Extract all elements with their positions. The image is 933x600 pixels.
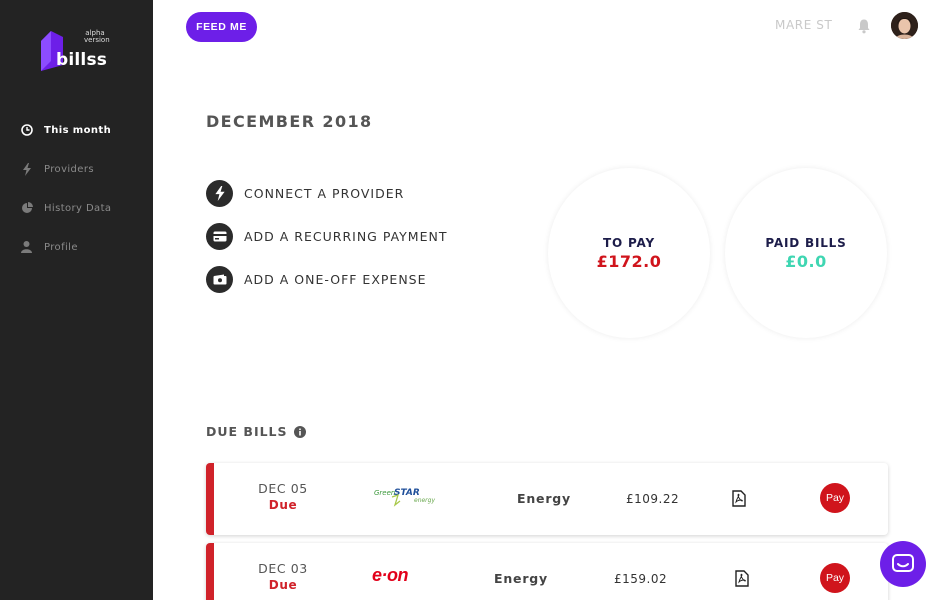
sidebar-item-profile[interactable]: Profile <box>0 235 153 259</box>
clock-icon <box>20 124 33 137</box>
avatar-photo-icon <box>891 12 918 39</box>
feed-me-button[interactable]: FEED ME <box>186 12 257 42</box>
info-icon[interactable] <box>293 425 306 438</box>
to-pay-summary: TO PAY £172.0 <box>548 168 710 338</box>
page-title: DECEMBER 2018 <box>206 112 373 131</box>
provider-logo-eon: e·on <box>372 565 452 597</box>
username-link[interactable]: MARE ST <box>775 18 832 32</box>
pdf-document-icon[interactable] <box>732 490 746 507</box>
svg-text:energy: energy <box>414 497 435 504</box>
bill-row[interactable]: DEC 03 Due e·on Energy £159.02 Pay <box>206 543 888 600</box>
alpha-version-tag: alpha version <box>84 29 110 44</box>
add-recurring-payment-action[interactable]: ADD A RECURRING PAYMENT <box>206 223 447 250</box>
card-icon <box>206 223 233 250</box>
paid-bills-value: £0.0 <box>785 251 827 271</box>
sidebar-item-label: Profile <box>44 241 78 253</box>
connect-provider-action[interactable]: CONNECT A PROVIDER <box>206 180 404 207</box>
paid-bills-summary: PAID BILLS £0.0 <box>725 168 887 338</box>
svg-text:Green: Green <box>374 489 395 497</box>
pdf-document-icon[interactable] <box>735 570 749 587</box>
bill-amount: £109.22 <box>626 492 680 506</box>
sidebar-item-label: Providers <box>44 163 94 175</box>
greenstar-logo-icon: Green STAR energy <box>374 488 435 507</box>
sidebar-item-providers[interactable]: Providers <box>0 157 153 181</box>
paid-bills-title: PAID BILLS <box>765 235 847 250</box>
sidebar-item-label: This month <box>44 124 112 136</box>
to-pay-title: TO PAY <box>603 235 655 250</box>
action-label: ADD A ONE-OFF EXPENSE <box>244 272 427 287</box>
bill-category: Energy <box>494 571 548 586</box>
bill-status: Due <box>268 578 298 592</box>
pay-button[interactable]: Pay <box>820 483 850 513</box>
sidebar-item-history-data[interactable]: History Data <box>0 196 153 220</box>
bill-date: DEC 05 Due <box>248 481 318 512</box>
provider-logo-greenstar: Green STAR energy <box>374 483 454 515</box>
action-label: CONNECT A PROVIDER <box>244 186 405 201</box>
bill-status: Due <box>268 498 298 512</box>
sidebar-item-this-month[interactable]: This month <box>0 118 153 142</box>
logo-text: billss <box>56 50 108 70</box>
eon-logo-text: e·on <box>372 565 409 585</box>
pie-chart-icon <box>20 202 33 215</box>
sidebar-item-label: History Data <box>44 202 112 214</box>
avatar[interactable] <box>891 12 918 39</box>
sidebar: billss alpha version This month Providers… <box>0 0 153 600</box>
due-bills-title: DUE BILLS <box>206 424 288 439</box>
bill-amount: £159.02 <box>614 572 668 586</box>
bolt-icon <box>206 180 233 207</box>
bill-date: DEC 03 Due <box>248 561 318 592</box>
user-icon <box>20 241 33 254</box>
billss-logo[interactable]: billss alpha version <box>40 28 110 74</box>
bill-date-text: DEC 05 <box>258 481 308 496</box>
pay-button[interactable]: Pay <box>820 563 850 593</box>
chat-launcher-button[interactable] <box>880 541 926 587</box>
add-one-off-expense-action[interactable]: ADD A ONE-OFF EXPENSE <box>206 266 427 293</box>
action-label: ADD A RECURRING PAYMENT <box>244 229 448 244</box>
cash-icon <box>206 266 233 293</box>
bill-date-text: DEC 03 <box>258 561 308 576</box>
bolt-icon <box>20 162 33 176</box>
to-pay-value: £172.0 <box>596 251 662 271</box>
bell-icon[interactable] <box>856 18 872 34</box>
bill-row[interactable]: DEC 05 Due Green STAR energy Energy £109… <box>206 463 888 535</box>
chat-icon <box>892 554 914 572</box>
bill-category: Energy <box>517 491 571 506</box>
due-bills-heading: DUE BILLS <box>206 424 306 439</box>
